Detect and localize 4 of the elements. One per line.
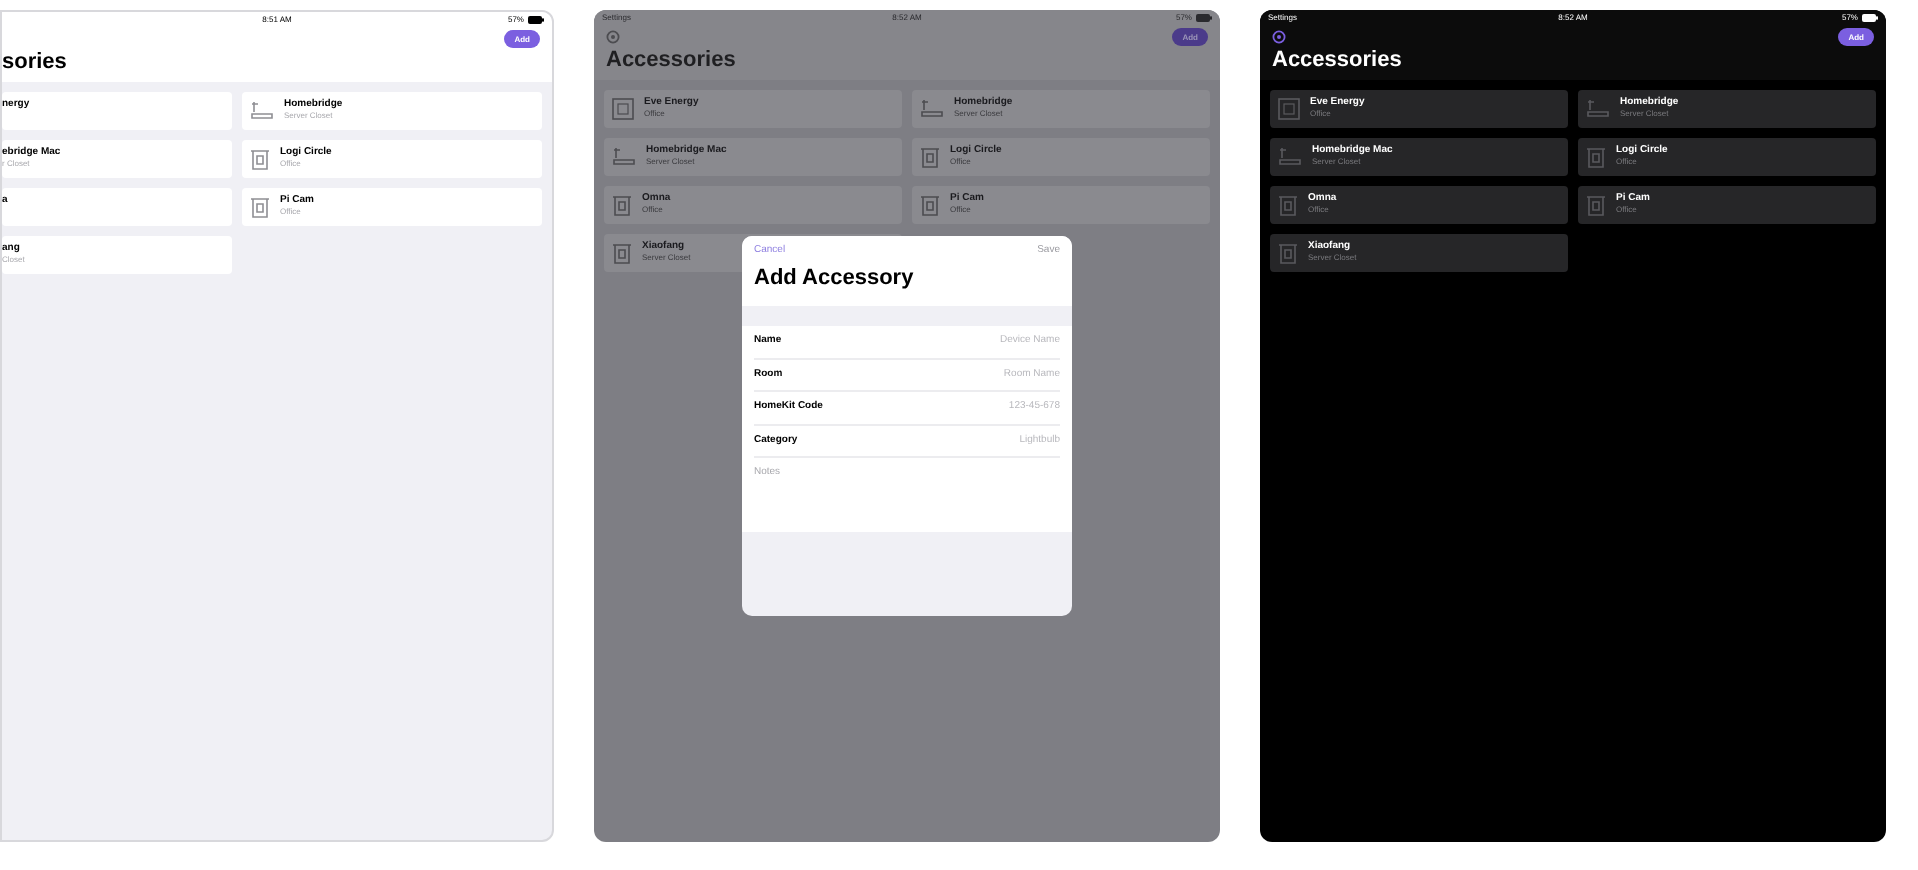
page-title: Accessories [1270, 48, 1404, 76]
sheet-title: Add Accessory [752, 263, 916, 293]
page-title: sories [2, 50, 69, 78]
page-title: Accessories [604, 48, 738, 76]
